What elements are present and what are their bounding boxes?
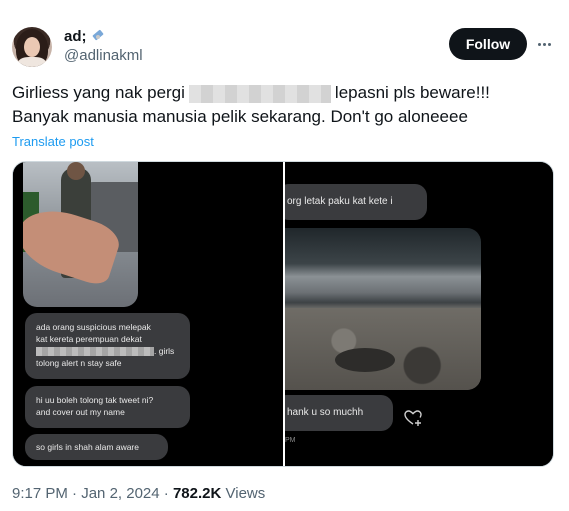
satellite-icon <box>90 29 106 45</box>
meta-separator: · <box>163 485 169 502</box>
tweet-header: ad; @adlinakml Follow <box>12 27 557 71</box>
tweet-line-1-end: lepasni pls beware!!! <box>334 83 490 102</box>
attached-photo-people <box>23 162 138 307</box>
chat-bubble: ada orang suspicious melepak kat kereta … <box>25 313 190 379</box>
follow-button[interactable]: Follow <box>449 28 527 60</box>
avatar-face <box>24 37 40 57</box>
translate-post-link[interactable]: Translate post <box>12 134 94 149</box>
avatar[interactable] <box>12 27 52 67</box>
post-time[interactable]: 9:17 PM <box>12 485 68 502</box>
media-attachment[interactable]: ada orang suspicious melepak kat kereta … <box>12 161 554 467</box>
views-count[interactable]: 782.2K <box>173 485 221 502</box>
meta-separator: · <box>72 485 78 502</box>
views-label: Views <box>225 485 266 502</box>
chat-bubble: hi uu boleh tolong tak tweet ni? and cov… <box>25 386 190 428</box>
author-handle[interactable]: @adlinakml <box>64 46 143 66</box>
media-image-left[interactable]: ada orang suspicious melepak kat kereta … <box>13 162 283 466</box>
chat-bubble: hank u so muchh <box>285 395 393 431</box>
display-name-text[interactable]: ad; <box>64 28 87 46</box>
heart-plus-icon <box>404 410 422 426</box>
more-options-icon[interactable] <box>533 35 555 53</box>
tweet-line-1: Girliess yang nak pergi lepasni pls bewar… <box>12 81 557 105</box>
tweet-meta: 9:17 PM · Jan 2, 2024 · 782.2K Views <box>12 484 265 504</box>
tweet-line-1-start: Girliess yang nak pergi <box>12 83 185 102</box>
chat-bubble: so girls in shah alam aware <box>25 434 168 460</box>
tweet-line-2: Banyak manusia manusia pelik sekarang. D… <box>12 107 468 126</box>
redaction-block <box>36 347 154 357</box>
author-name-block[interactable]: ad; @adlinakml <box>64 28 143 66</box>
chat-timestamp: PM <box>285 437 296 444</box>
redaction-block <box>188 84 331 103</box>
tweet-text: Girliess yang nak pergi lepasni pls bewar… <box>12 81 557 129</box>
attached-photo-car-tire <box>285 228 481 390</box>
display-name[interactable]: ad; <box>64 28 143 46</box>
media-image-right[interactable]: org letak paku kat kete i hank u so much… <box>285 162 553 466</box>
chat-bubble: org letak paku kat kete i <box>285 184 427 220</box>
avatar-body <box>18 57 46 67</box>
post-date[interactable]: Jan 2, 2024 <box>81 485 159 502</box>
